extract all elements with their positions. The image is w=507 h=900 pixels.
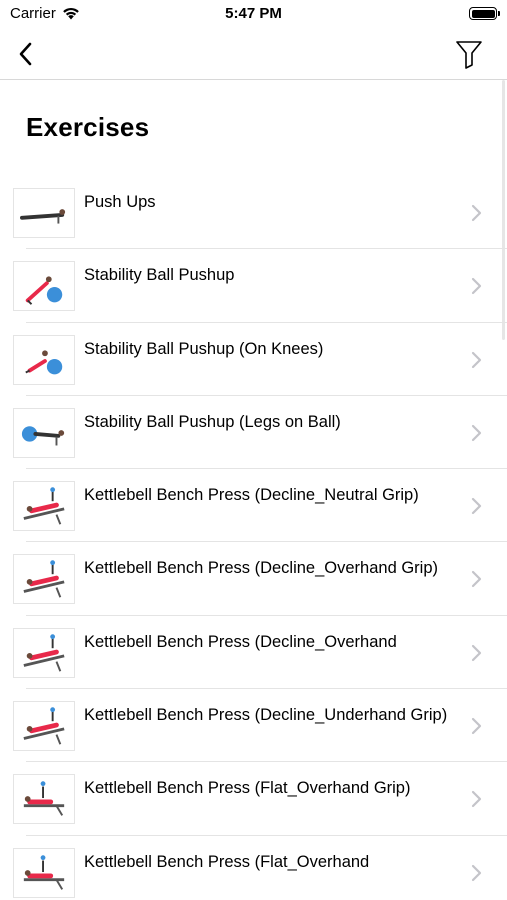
back-button[interactable] <box>10 36 40 72</box>
exercise-name: Kettlebell Bench Press (Decline_Overhand… <box>84 559 439 578</box>
exercise-thumbnail <box>13 554 75 605</box>
exercise-illustration-icon <box>25 276 63 306</box>
exercise-illustration-icon <box>23 707 65 745</box>
list-item[interactable]: Kettlebell Bench Press (Flat_Overhand <box>0 836 507 900</box>
exercise-list: Push Ups Stability Ball Pushup Stability B… <box>0 176 507 900</box>
chevron-right-icon <box>471 717 482 735</box>
exercise-thumbnail <box>13 481 75 532</box>
exercise-illustration-icon <box>23 487 65 525</box>
chevron-right-icon <box>471 498 482 515</box>
navigation-bar <box>0 28 507 80</box>
filter-button[interactable] <box>453 36 485 72</box>
exercise-name: Kettlebell Bench Press (Flat_Overhand <box>84 852 370 871</box>
battery-icon <box>469 7 500 20</box>
chevron-right-icon <box>471 864 482 881</box>
exercise-thumbnail <box>13 627 75 678</box>
exercise-illustration-icon <box>21 426 65 446</box>
exercise-illustration-icon <box>23 854 65 890</box>
exercise-thumbnail <box>13 774 75 825</box>
list-item[interactable]: Stability Ball Pushup <box>0 249 507 323</box>
exercise-illustration-icon <box>23 781 65 817</box>
chevron-right-icon <box>471 791 482 808</box>
exercise-illustration-icon <box>23 560 65 599</box>
list-item[interactable]: Kettlebell Bench Press (Decline_Underhan… <box>0 689 507 763</box>
exercise-name: Stability Ball Pushup (On Knees) <box>84 339 324 358</box>
chevron-right-icon <box>471 351 482 368</box>
page-title: Exercises <box>26 112 150 142</box>
chevron-right-icon <box>471 644 482 661</box>
list-item[interactable]: Stability Ball Pushup (Legs on Ball) <box>0 396 507 470</box>
list-item[interactable]: Kettlebell Bench Press (Decline_Neutral … <box>0 469 507 543</box>
exercise-illustration-icon <box>23 634 65 672</box>
exercise-thumbnail <box>13 847 75 898</box>
exercise-thumbnail <box>13 334 75 385</box>
status-bar: Carrier 5:47 PM <box>0 0 507 28</box>
exercise-illustration-icon <box>20 209 66 224</box>
filter-icon <box>456 41 482 69</box>
chevron-right-icon <box>471 571 482 588</box>
list-item[interactable]: Kettlebell Bench Press (Flat_Overhand Gr… <box>0 762 507 836</box>
chevron-left-icon <box>19 42 32 66</box>
exercise-thumbnail <box>13 407 75 458</box>
exercise-thumbnail <box>13 188 75 238</box>
exercise-name: Kettlebell Bench Press (Decline_Overhand <box>84 632 397 651</box>
exercise-name: Kettlebell Bench Press (Decline_Neutral … <box>84 486 419 505</box>
list-item[interactable]: Kettlebell Bench Press (Decline_Overhand… <box>0 542 507 616</box>
exercise-name: Kettlebell Bench Press (Decline_Underhan… <box>84 706 448 725</box>
list-item[interactable]: Stability Ball Pushup (On Knees) <box>0 323 507 396</box>
exercise-name: Push Ups <box>84 193 156 211</box>
exercise-name: Stability Ball Pushup (Legs on Ball) <box>84 412 341 431</box>
exercise-name: Stability Ball Pushup <box>84 266 235 285</box>
list-item[interactable]: Kettlebell Bench Press (Decline_Overhand <box>0 616 507 690</box>
list-item[interactable]: Push Ups <box>0 176 507 250</box>
exercise-thumbnail <box>13 701 75 752</box>
chevron-right-icon <box>471 278 482 295</box>
chevron-right-icon <box>471 424 482 441</box>
exercise-thumbnail <box>13 261 75 312</box>
exercise-illustration-icon <box>25 349 63 374</box>
chevron-right-icon <box>471 204 482 222</box>
status-time: 5:47 PM <box>225 5 282 22</box>
exercise-name: Kettlebell Bench Press (Flat_Overhand Gr… <box>84 779 411 798</box>
